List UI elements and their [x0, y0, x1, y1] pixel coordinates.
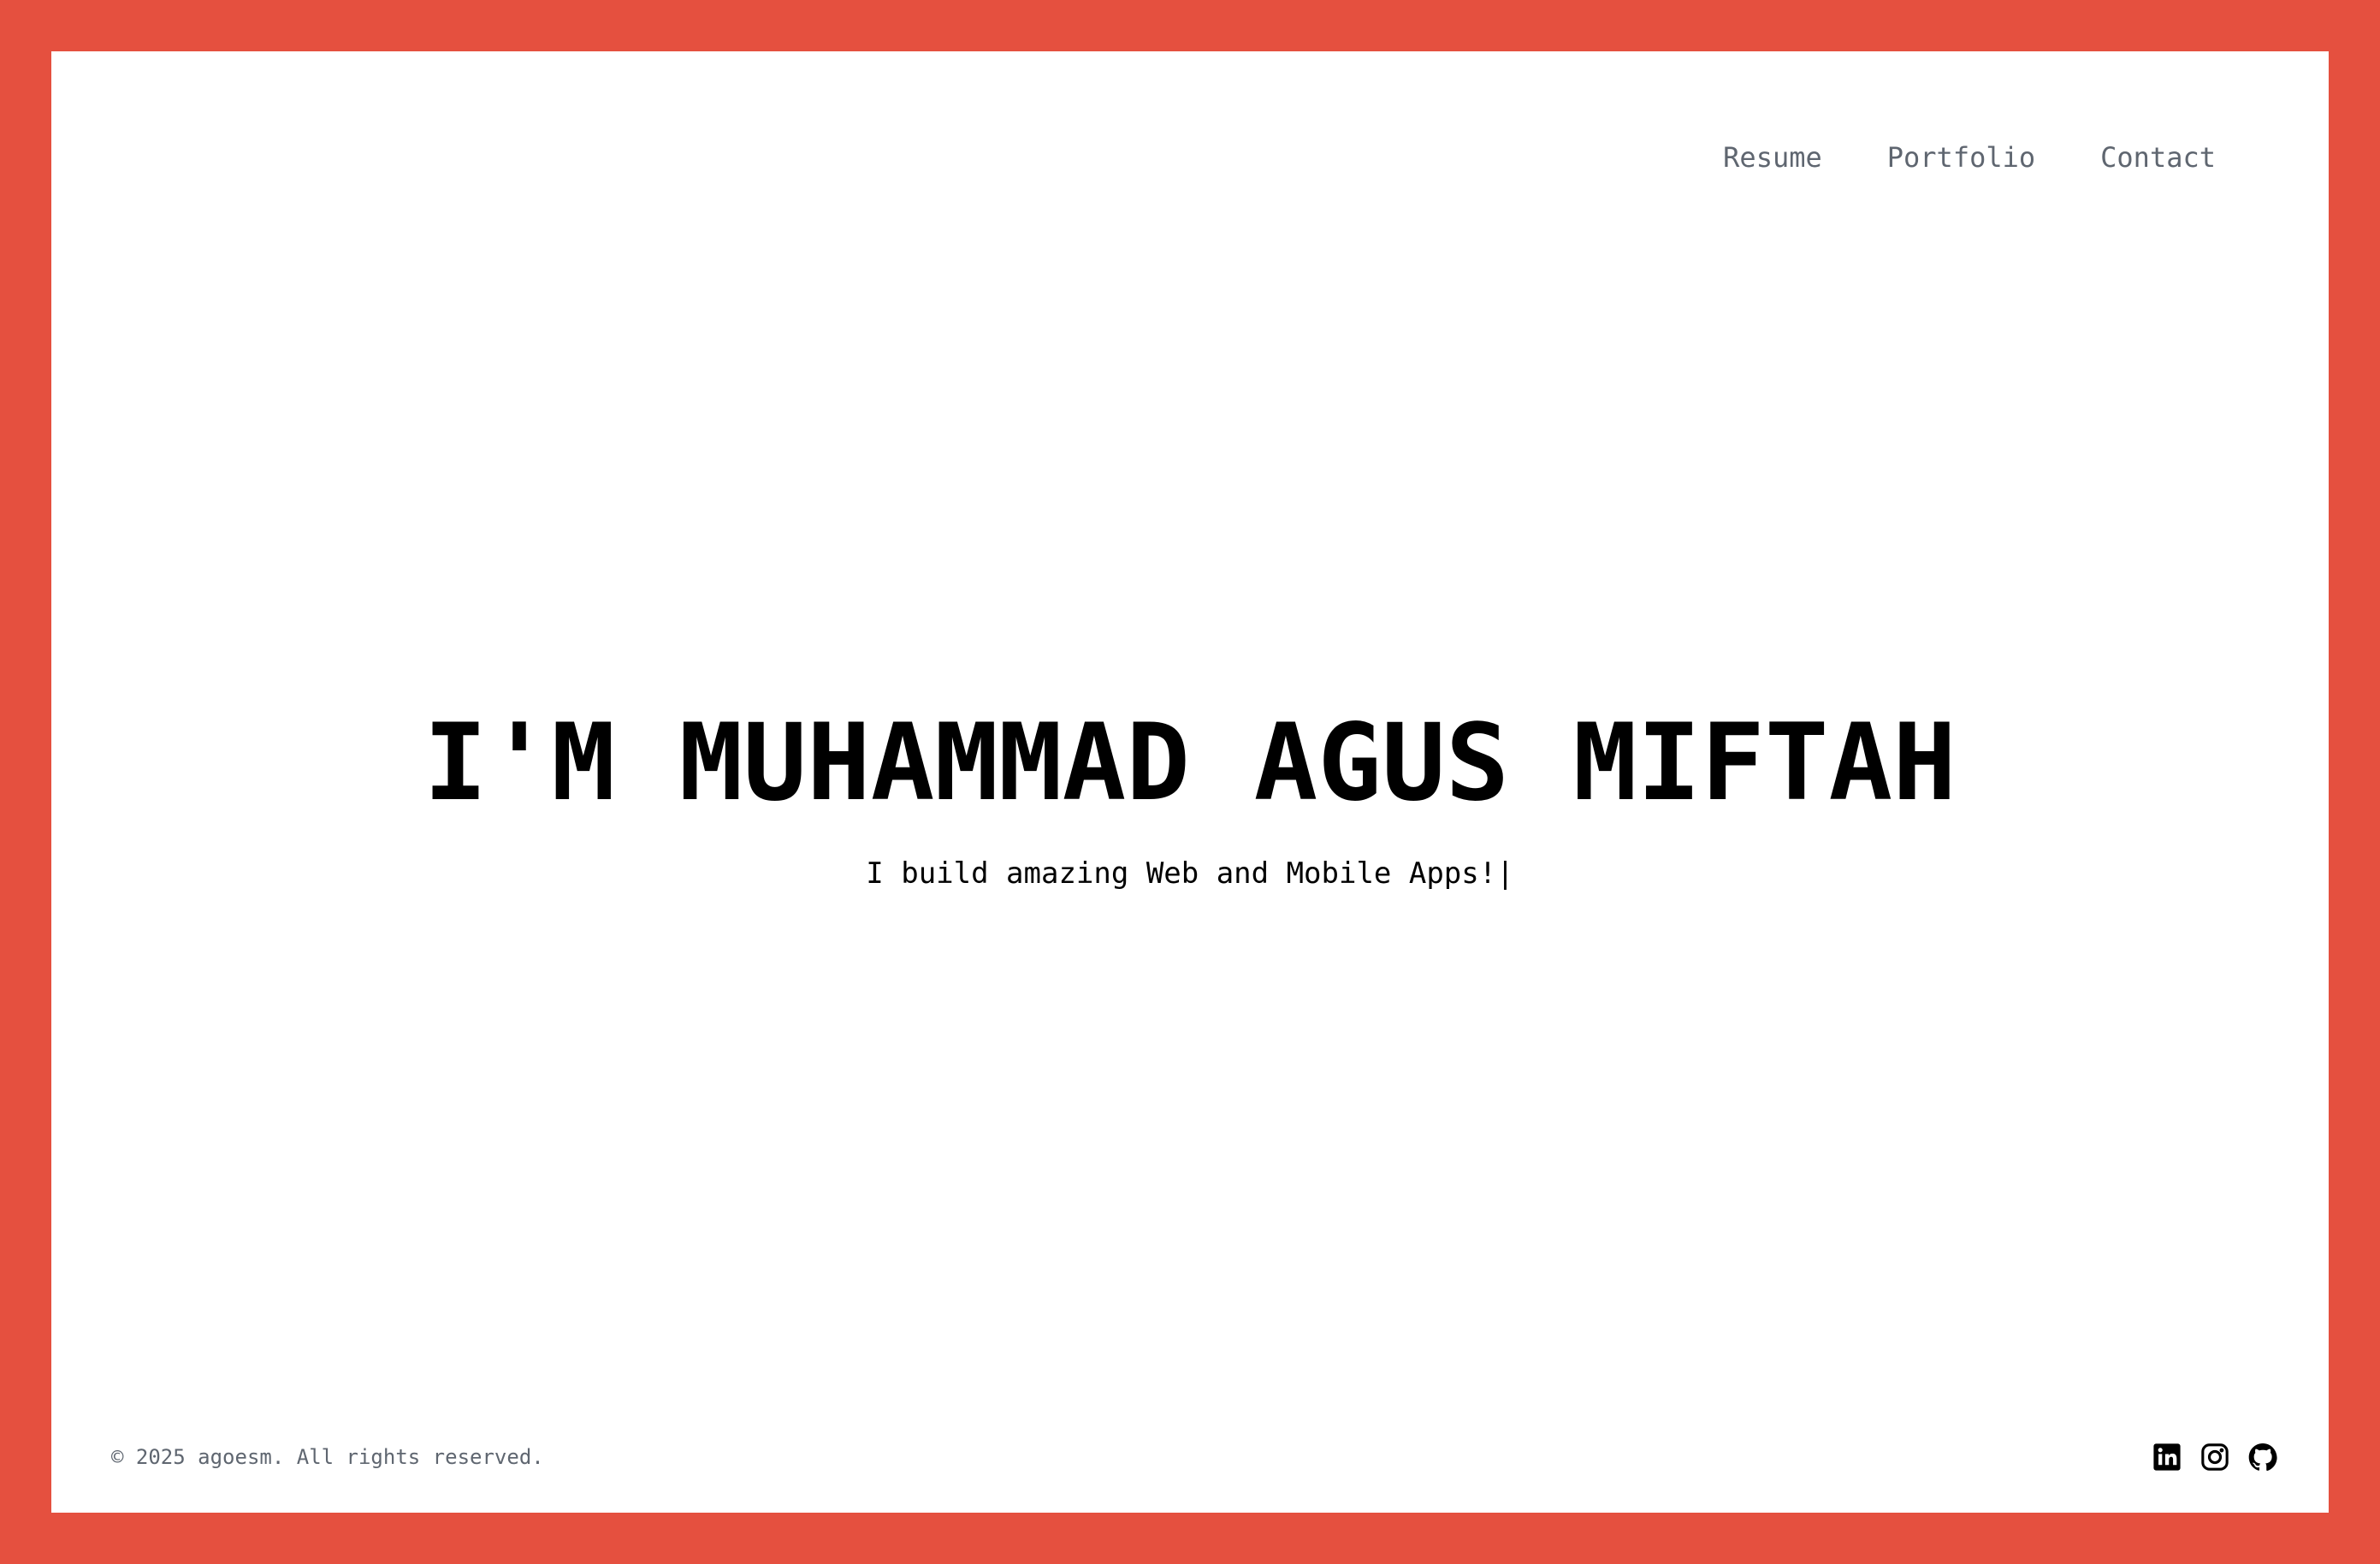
- hero-tagline: I build amazing Web and Mobile Apps!: [866, 856, 1497, 891]
- hero-section: I'M MUHAMMAD AGUS MIFTAH I build amazing…: [51, 710, 2329, 888]
- social-links: [2152, 1443, 2277, 1472]
- nav-link-resume[interactable]: Resume: [1723, 144, 1822, 171]
- top-nav: Resume Portfolio Contact: [1723, 144, 2216, 171]
- linkedin-icon[interactable]: [2152, 1443, 2182, 1472]
- footer: © 2025 agoesm. All rights reserved.: [111, 1443, 2277, 1472]
- instagram-icon[interactable]: [2200, 1443, 2229, 1472]
- hero-tagline-line: I build amazing Web and Mobile Apps!|: [51, 859, 2329, 888]
- page-frame: Resume Portfolio Contact I'M MUHAMMAD AG…: [51, 51, 2329, 1513]
- hero-title: I'M MUHAMMAD AGUS MIFTAH: [423, 702, 1957, 825]
- nav-link-contact[interactable]: Contact: [2100, 144, 2216, 171]
- copyright-text: © 2025 agoesm. All rights reserved.: [111, 1445, 544, 1469]
- typing-cursor: |: [1496, 856, 1514, 891]
- github-icon[interactable]: [2248, 1443, 2277, 1472]
- nav-link-portfolio[interactable]: Portfolio: [1887, 144, 2035, 171]
